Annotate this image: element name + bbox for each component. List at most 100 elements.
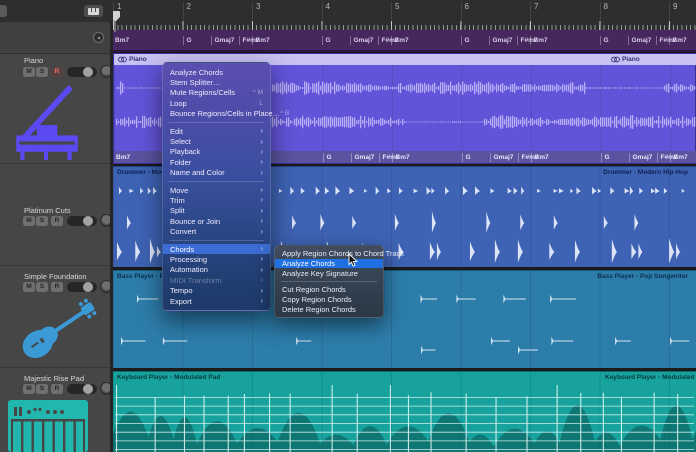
menu-item-delete-region-chords[interactable]: Delete Region Chords: [275, 304, 383, 314]
bass-guitar-icon: [6, 294, 104, 366]
region-context-menu: Analyze Chords Stem Splitter… Mute Regio…: [162, 62, 271, 311]
track-divider: [0, 265, 110, 266]
menu-item-label: Move: [170, 186, 188, 195]
keyboard-waveform: [113, 372, 696, 452]
menu-item-apply-region-chords-to-chord-track[interactable]: Apply Region Chords to Chord Track: [275, 249, 383, 259]
chord-label-bm7: Bm7: [392, 151, 410, 163]
submenu-arrow-icon: ›: [260, 158, 263, 166]
menu-item-folder[interactable]: Folder ›: [163, 157, 270, 167]
volume-knob[interactable]: [83, 384, 93, 394]
mute-button[interactable]: M: [23, 282, 35, 292]
mute-button[interactable]: M: [23, 67, 35, 77]
volume-slider[interactable]: [67, 216, 97, 226]
submenu-arrow-icon: ›: [260, 297, 263, 305]
submenu-arrow-icon: ›: [260, 228, 263, 236]
record-enable-button[interactable]: R: [51, 67, 63, 77]
chord-label-gmaj7: Gmaj7: [490, 151, 513, 163]
menu-item-mute-regions-cells[interactable]: Mute Regions/Cells ^ M: [163, 88, 270, 98]
menu-item-label: Processing: [170, 255, 207, 264]
submenu-arrow-icon: ›: [260, 245, 263, 253]
menu-item-loop[interactable]: Loop L: [163, 98, 270, 108]
submenu-arrow-icon: ›: [260, 169, 263, 177]
grand-piano-icon: [10, 82, 82, 160]
mouse-cursor: [348, 253, 359, 268]
track-header-panel: Piano M S R Platinum Cuts M S R: [0, 22, 113, 452]
volume-knob[interactable]: [83, 216, 93, 226]
volume-slider[interactable]: [67, 282, 97, 292]
volume-slider[interactable]: [67, 67, 97, 77]
track-name: Piano: [24, 56, 43, 65]
record-enable-button[interactable]: R: [51, 282, 63, 292]
menu-item-name-and-color[interactable]: Name and Color ›: [163, 168, 270, 178]
menu-item-playback[interactable]: Playback ›: [163, 147, 270, 157]
menu-item-analyze-chords[interactable]: Analyze Chords: [163, 67, 270, 77]
submenu-arrow-icon: ›: [260, 276, 263, 284]
global-tracks-disclosure-button[interactable]: [93, 32, 104, 43]
region-name: Piano: [129, 56, 147, 63]
menu-item-split[interactable]: Split ›: [163, 206, 270, 216]
bar-number: 6: [461, 2, 469, 20]
menu-item-analyze-chords[interactable]: Analyze Chords: [275, 259, 383, 269]
menu-item-chords[interactable]: Chords ›: [163, 244, 270, 254]
volume-slider[interactable]: [67, 384, 97, 394]
menu-item-move[interactable]: Move ›: [163, 185, 270, 195]
chord-label-bm7: Bm7: [252, 30, 270, 50]
menu-item-bounce-or-join[interactable]: Bounce or Join ›: [163, 216, 270, 226]
musical-keyboard-button[interactable]: [84, 5, 103, 17]
menu-item-copy-region-chords[interactable]: Copy Region Chords: [275, 295, 383, 305]
submenu-arrow-icon: ›: [260, 186, 263, 194]
chord-label-g: G: [462, 151, 471, 163]
menu-item-label: Automation: [170, 265, 208, 274]
record-enable-button[interactable]: R: [51, 216, 63, 226]
solo-button[interactable]: S: [36, 216, 48, 226]
chord-label-g: G: [600, 30, 609, 50]
bar-number: 3: [252, 2, 260, 20]
volume-knob[interactable]: [83, 282, 93, 292]
menu-item-convert[interactable]: Convert ›: [163, 226, 270, 236]
menu-separator: [281, 281, 377, 282]
menu-item-label: Bounce Regions/Cells in Place…: [170, 109, 280, 118]
menu-item-tempo[interactable]: Tempo ›: [163, 285, 270, 295]
playhead-marker[interactable]: [113, 10, 121, 32]
menu-item-bounce-regions-cells-in-place[interactable]: Bounce Regions/Cells in Place… ^ B: [163, 109, 270, 119]
chord-label-gmaj7: Gmaj7: [628, 30, 651, 50]
menu-item-processing[interactable]: Processing ›: [163, 254, 270, 264]
chord-label-bm7: Bm7: [116, 151, 130, 163]
chord-label-bm7: Bm7: [115, 30, 129, 50]
chord-label-g: G: [323, 151, 332, 163]
toolbar-partial-button[interactable]: [0, 5, 7, 17]
bar-number: 8: [600, 2, 608, 20]
menu-item-label: Trim: [170, 196, 185, 205]
mute-button[interactable]: M: [23, 216, 35, 226]
menu-item-edit[interactable]: Edit ›: [163, 126, 270, 136]
region-keyboard[interactable]: Keyboard Player - Modulated Pad Keyboard…: [113, 371, 696, 452]
mute-button[interactable]: M: [23, 384, 35, 394]
chord-label-gmaj7: Gmaj7: [350, 30, 373, 50]
menu-item-midi-transform[interactable]: MIDI Transform ›: [163, 275, 270, 285]
solo-button[interactable]: S: [36, 384, 48, 394]
menu-item-label: Analyze Key Signature: [282, 269, 358, 278]
solo-button[interactable]: S: [36, 67, 48, 77]
menu-item-automation[interactable]: Automation ›: [163, 265, 270, 275]
chord-label-g: G: [322, 30, 331, 50]
menu-item-shortcut: ^ B: [280, 110, 289, 117]
menu-item-analyze-key-signature[interactable]: Analyze Key Signature: [275, 268, 383, 278]
menu-item-label: Tempo: [170, 286, 193, 295]
menu-item-cut-region-chords[interactable]: Cut Region Chords: [275, 285, 383, 295]
volume-knob[interactable]: [83, 67, 93, 77]
chord-label-bm7: Bm7: [530, 30, 548, 50]
chord-track[interactable]: Bm7GGmaj7F#m7Bm7GGmaj7F#m7Bm7GGmaj7F#m7B…: [113, 30, 696, 52]
menu-item-trim[interactable]: Trim ›: [163, 195, 270, 205]
menu-item-export[interactable]: Export ›: [163, 296, 270, 306]
record-enable-button[interactable]: R: [51, 384, 63, 394]
submenu-arrow-icon: ›: [260, 217, 263, 225]
synth-keyboard-icon: [8, 400, 90, 452]
solo-button[interactable]: S: [36, 282, 48, 292]
track-divider: [0, 163, 110, 164]
chord-label-gmaj7: Gmaj7: [489, 30, 512, 50]
menu-item-stem-splitter[interactable]: Stem Splitter…: [163, 77, 270, 87]
submenu-arrow-icon: ›: [260, 255, 263, 263]
menu-item-label: Stem Splitter…: [170, 78, 220, 87]
menu-item-select[interactable]: Select ›: [163, 136, 270, 146]
chord-label-bm7: Bm7: [391, 30, 409, 50]
